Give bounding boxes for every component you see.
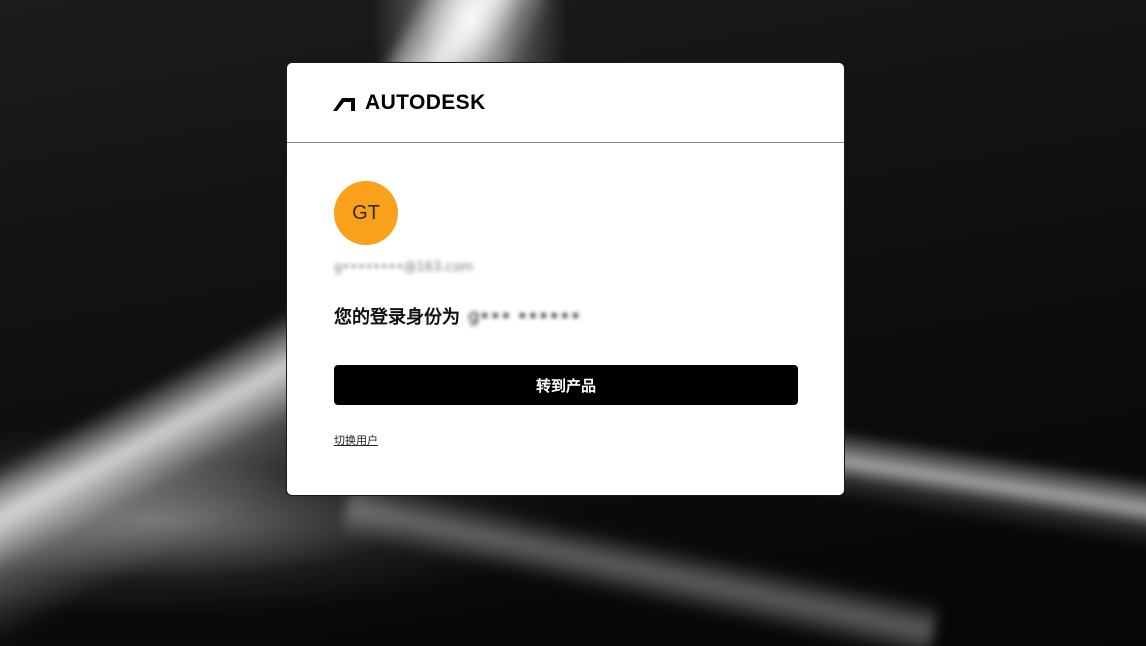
background-light-streak <box>340 478 940 646</box>
card-header: AUTODESK <box>287 63 844 143</box>
brand-name: AUTODESK <box>365 90 486 114</box>
card-body: GT g••••••••@163.com 您的登录身份为 g••• ••••••… <box>287 143 844 448</box>
autodesk-logo: AUTODESK <box>333 91 486 115</box>
display-name: g••• •••••• <box>468 305 581 327</box>
switch-user-link[interactable]: 切换用户 <box>334 432 378 448</box>
avatar-initials: GT <box>352 201 380 224</box>
go-to-products-button[interactable]: 转到产品 <box>334 365 798 405</box>
signin-card: AUTODESK GT g••••••••@163.com 您的登录身份为 g•… <box>286 62 845 496</box>
signed-in-as: 您的登录身份为 g••• •••••• <box>334 303 797 329</box>
background-light-streak <box>816 427 1146 553</box>
account-email: g••••••••@163.com <box>334 260 474 275</box>
autodesk-logo-mark-icon <box>333 97 355 111</box>
signed-in-label: 您的登录身份为 <box>334 307 460 328</box>
avatar: GT <box>334 181 398 245</box>
